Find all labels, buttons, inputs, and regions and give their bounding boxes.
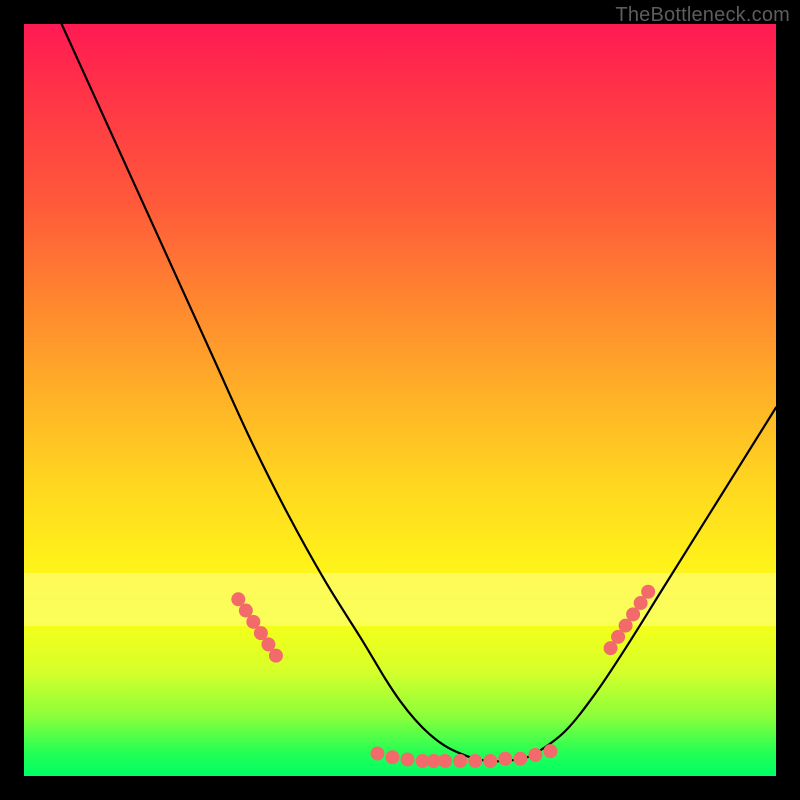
data-marker [401,752,415,766]
data-marker [438,754,452,768]
bottleneck-curve [62,24,776,761]
data-marker [528,748,542,762]
data-marker [513,752,527,766]
chart-svg [24,24,776,776]
data-marker [498,752,512,766]
data-marker [453,754,467,768]
data-marker [385,750,399,764]
data-marker [468,754,482,768]
data-marker [483,754,497,768]
data-marker [641,585,655,599]
data-marker [543,744,557,758]
chart-frame [24,24,776,776]
data-marker [269,649,283,663]
data-markers-group [231,585,655,768]
data-marker [370,746,384,760]
